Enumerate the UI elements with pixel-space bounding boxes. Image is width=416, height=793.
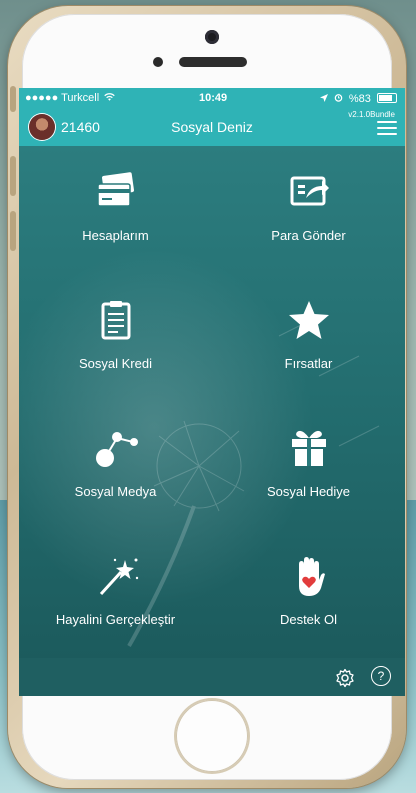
app-header: 21460 Sosyal Deniz v2.1.0Bundle <box>19 108 405 146</box>
wifi-icon <box>104 93 115 101</box>
tile-label: Hesaplarım <box>82 228 149 243</box>
settings-gear-icon[interactable] <box>335 668 355 688</box>
tile-label: Hayalini Gerçekleştir <box>55 612 176 627</box>
volume-down-button <box>10 211 16 251</box>
tile-destek-ol[interactable]: Destek Ol <box>212 530 405 658</box>
version-label: v2.1.0Bundle <box>348 110 395 119</box>
tile-label: Sosyal Hediye <box>266 484 351 499</box>
tile-label: Destek Ol <box>279 612 338 627</box>
tile-hesaplarim[interactable]: Hesaplarım <box>19 146 212 274</box>
tile-label: Sosyal Kredi <box>79 356 152 371</box>
front-camera <box>205 30 219 44</box>
share-icon <box>96 432 138 467</box>
home-button[interactable] <box>176 700 248 772</box>
send-money-icon <box>290 176 329 206</box>
magic-wand-icon <box>99 558 139 596</box>
app-screen: ●●●●● Turkcell 10:49 %83 21460 Sosyal De… <box>19 88 405 696</box>
hamburger-menu-icon[interactable] <box>377 121 397 135</box>
help-icon[interactable]: ? <box>371 666 391 686</box>
tile-label: Sosyal Medya <box>74 484 157 499</box>
alarm-icon <box>334 94 343 102</box>
heart-hand-icon <box>299 557 325 596</box>
battery-icon <box>377 93 397 103</box>
earpiece-speaker <box>179 57 247 67</box>
clock: 10:49 <box>199 92 228 104</box>
star-icon <box>289 301 329 339</box>
tile-label: Fırsatlar <box>284 356 333 371</box>
tile-sosyal-hediye[interactable]: Sosyal Hediye <box>212 402 405 530</box>
mute-switch <box>10 86 16 112</box>
tile-hayalini-gerceklestir[interactable]: Hayalini Gerçekleştir <box>19 530 212 658</box>
tile-sosyal-kredi[interactable]: Sosyal Kredi <box>19 274 212 402</box>
menu-grid: Hesaplarım Para Gönder Sosyal Kredi Fırs… <box>19 146 405 658</box>
tile-para-gonder[interactable]: Para Gönder <box>212 146 405 274</box>
battery-percent: %83 <box>348 93 371 105</box>
volume-up-button <box>10 156 16 196</box>
proximity-sensor <box>153 57 163 67</box>
tile-sosyal-medya[interactable]: Sosyal Medya <box>19 402 212 530</box>
tile-firsatlar[interactable]: Fırsatlar <box>212 274 405 402</box>
cards-icon <box>97 172 134 207</box>
location-icon <box>319 94 328 102</box>
tile-label: Para Gönder <box>271 228 346 243</box>
clipboard-icon <box>101 301 131 340</box>
status-bar: ●●●●● Turkcell 10:49 %83 <box>19 88 405 108</box>
carrier-label: ●●●●● Turkcell <box>25 92 115 104</box>
status-right: %83 <box>319 92 397 105</box>
page-title: Sosyal Deniz <box>171 119 253 135</box>
bottom-bar: ? <box>19 658 405 696</box>
gift-icon <box>292 430 326 466</box>
